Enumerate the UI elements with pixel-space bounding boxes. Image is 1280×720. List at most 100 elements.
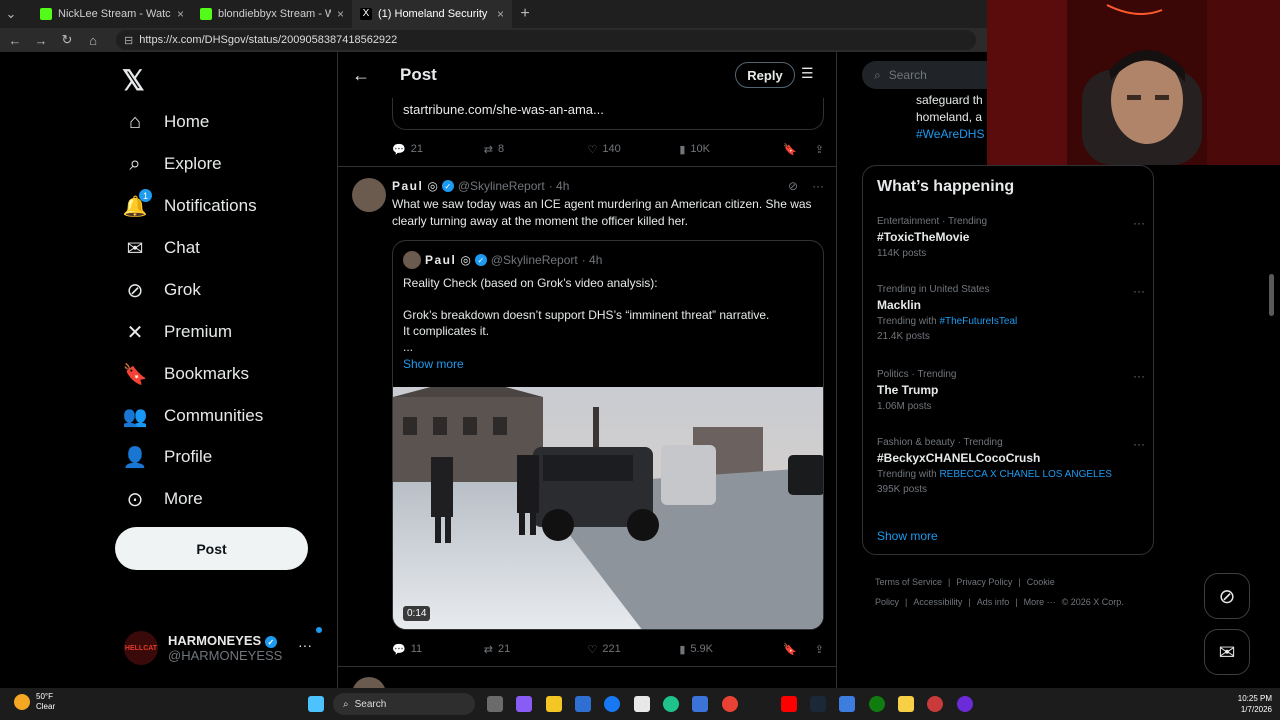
sidebar-item-home[interactable]: ⌂ Home — [124, 102, 209, 142]
sidebar-item-explore[interactable]: ⌕ Explore — [124, 144, 221, 184]
more-dots-icon[interactable]: ··· — [1133, 437, 1145, 451]
messages-fab-button[interactable]: ✉ — [1204, 629, 1250, 675]
obs-icon[interactable] — [927, 696, 943, 712]
repost-count: 21 — [498, 643, 511, 655]
browser-tab[interactable]: NickLee Stream - Watch Live × — [32, 0, 192, 28]
footer-link[interactable]: Accessibility — [913, 597, 962, 607]
app-circle-icon[interactable] — [957, 696, 973, 712]
reply-action[interactable]: 💬 21 — [392, 143, 484, 156]
sidebar-item-profile[interactable]: 👤 Profile — [123, 437, 213, 477]
share-icon[interactable]: ⇪ — [815, 643, 824, 656]
footer-link[interactable]: More ··· — [1024, 597, 1056, 607]
x-logo-icon[interactable]: 𝕏 — [122, 64, 145, 97]
steam-icon[interactable] — [810, 696, 826, 712]
amazon-icon[interactable] — [634, 696, 650, 712]
taskbar-search[interactable]: ⌕ Search — [333, 693, 475, 715]
reply-action[interactable]: 💬 11 — [392, 643, 484, 656]
edge-icon[interactable] — [663, 696, 679, 712]
more-dots-icon[interactable]: ··· — [812, 179, 824, 193]
footer-link[interactable]: Ads info — [977, 597, 1010, 607]
footer-link[interactable]: © 2026 X Corp. — [1062, 597, 1124, 607]
bookmark-icon: 🔖 — [122, 363, 148, 386]
copilot-icon[interactable] — [516, 696, 532, 712]
reply-count: 11 — [410, 643, 423, 655]
sidebar-item-more[interactable]: ⊙ More — [124, 479, 203, 519]
close-tab-icon[interactable]: × — [337, 7, 344, 21]
store-icon[interactable] — [575, 696, 591, 712]
footer-link[interactable]: Privacy Policy — [956, 577, 1012, 587]
trend-item[interactable]: Fashion & beauty · Trending #BeckyxCHANEL… — [877, 437, 1145, 495]
show-more-link[interactable]: Show more — [403, 357, 464, 371]
avatar[interactable] — [352, 178, 386, 212]
sidebar-item-chat[interactable]: ✉ Chat — [124, 228, 200, 268]
url-field[interactable]: ⊟ https://x.com/DHSgov/status/2009058387… — [116, 30, 976, 50]
views-action[interactable]: ▮ 5.9K — [679, 643, 783, 656]
repost-action[interactable]: ⇄ 8 — [484, 143, 588, 156]
trending-with-link[interactable]: REBECCA X CHANEL LOS ANGELES — [939, 469, 1111, 480]
browser-tab[interactable]: blondiebbyx Stream - Watch L × — [192, 0, 352, 28]
share-icon[interactable]: ⇪ — [815, 143, 824, 156]
repost-action[interactable]: ⇄ 21 — [484, 643, 588, 656]
avatar — [403, 251, 421, 269]
video-thumbnail[interactable]: 0:14 — [393, 387, 823, 629]
trend-item[interactable]: Trending in United States Macklin Trending… — [877, 284, 1145, 342]
reload-icon[interactable]: ↻ — [60, 32, 74, 48]
facebook-icon[interactable] — [604, 696, 620, 712]
footer-link[interactable]: Terms of Service — [875, 577, 942, 587]
account-switcher[interactable]: HELLCAT HARMONEYES ✓ @HARMONEYESS ··· — [124, 627, 324, 669]
like-action[interactable]: ♡ 140 — [588, 143, 680, 156]
link-card[interactable]: startribune.com/she-was-an-ama... — [392, 98, 824, 130]
bookmark-icon[interactable]: 🔖 — [783, 643, 797, 656]
like-action[interactable]: ♡ 221 — [588, 643, 680, 656]
grok-icon[interactable]: ⊘ — [788, 179, 798, 193]
scrollbar[interactable] — [1269, 274, 1274, 316]
close-tab-icon[interactable]: × — [177, 7, 184, 21]
views-action[interactable]: ▮ 10K — [679, 143, 783, 156]
forward-icon[interactable]: → — [34, 33, 48, 48]
system-clock[interactable]: 10:25 PM 1/7/2026 — [1226, 693, 1272, 715]
windows-start-icon[interactable] — [308, 696, 324, 712]
more-dots-icon[interactable]: ··· — [298, 637, 312, 653]
post-button[interactable]: Post — [115, 527, 308, 570]
sidebar-item-grok[interactable]: ⊘ Grok — [124, 270, 201, 310]
post-time[interactable]: · 4h — [549, 179, 570, 193]
site-info-icon[interactable]: ⊟ — [124, 34, 133, 47]
avatar[interactable] — [352, 677, 386, 688]
file-explorer-icon[interactable] — [546, 696, 562, 712]
quoted-post[interactable]: Paul ◎ ✓ @SkylineReport · 4h Reality Che… — [392, 240, 824, 630]
sidebar-item-premium[interactable]: ✕ Premium — [124, 312, 232, 352]
sidebar-item-notifications[interactable]: 🔔 1 Notifications — [123, 186, 257, 226]
more-dots-icon[interactable]: ··· — [1133, 284, 1145, 298]
more-dots-icon[interactable]: ··· — [1133, 216, 1145, 230]
back-arrow-icon[interactable]: ← — [352, 65, 372, 86]
grok-fab-button[interactable]: ⊘ — [1204, 573, 1250, 619]
back-icon[interactable]: ← — [8, 33, 22, 48]
browser-tab-active[interactable]: X (1) Homeland Security on X: "Toda × — [352, 0, 512, 28]
new-tab-icon[interactable]: + — [518, 5, 532, 23]
show-more-link[interactable]: Show more — [877, 529, 938, 543]
filter-sliders-icon[interactable]: ☰ — [801, 65, 814, 82]
author-name[interactable]: Paul — [392, 179, 423, 193]
hashtag-link[interactable]: #WeAreDHS — [916, 126, 984, 143]
trend-item[interactable]: Entertainment · Trending #ToxicTheMovie 11… — [877, 216, 1145, 259]
sidebar-item-communities[interactable]: 👥 Communities — [123, 396, 264, 436]
reply-button[interactable]: Reply — [735, 62, 795, 88]
task-view-icon[interactable] — [487, 696, 503, 712]
more-dots-icon[interactable]: ··· — [1133, 369, 1145, 383]
xbox-icon[interactable] — [869, 696, 885, 712]
author-handle[interactable]: @SkylineReport — [458, 179, 545, 193]
calculator-icon[interactable] — [692, 696, 708, 712]
close-tab-icon[interactable]: × — [497, 7, 504, 21]
tab-list-chevron-icon[interactable]: ⌄ — [4, 6, 18, 22]
trend-item[interactable]: Politics · Trending The Trump 1.06M posts ·… — [877, 369, 1145, 412]
trending-with-link[interactable]: #TheFutureIsTeal — [939, 316, 1017, 327]
heart-icon: ♡ — [587, 643, 598, 656]
bookmark-icon[interactable]: 🔖 — [783, 143, 797, 156]
weather-widget[interactable]: 50°F Clear — [14, 692, 55, 712]
youtube-icon[interactable] — [781, 696, 797, 712]
home-browser-icon[interactable]: ⌂ — [86, 33, 100, 48]
app-icon[interactable] — [839, 696, 855, 712]
sidebar-item-bookmarks[interactable]: 🔖 Bookmarks — [122, 354, 249, 394]
chrome-icon[interactable] — [722, 696, 738, 712]
sticky-notes-icon[interactable] — [898, 696, 914, 712]
